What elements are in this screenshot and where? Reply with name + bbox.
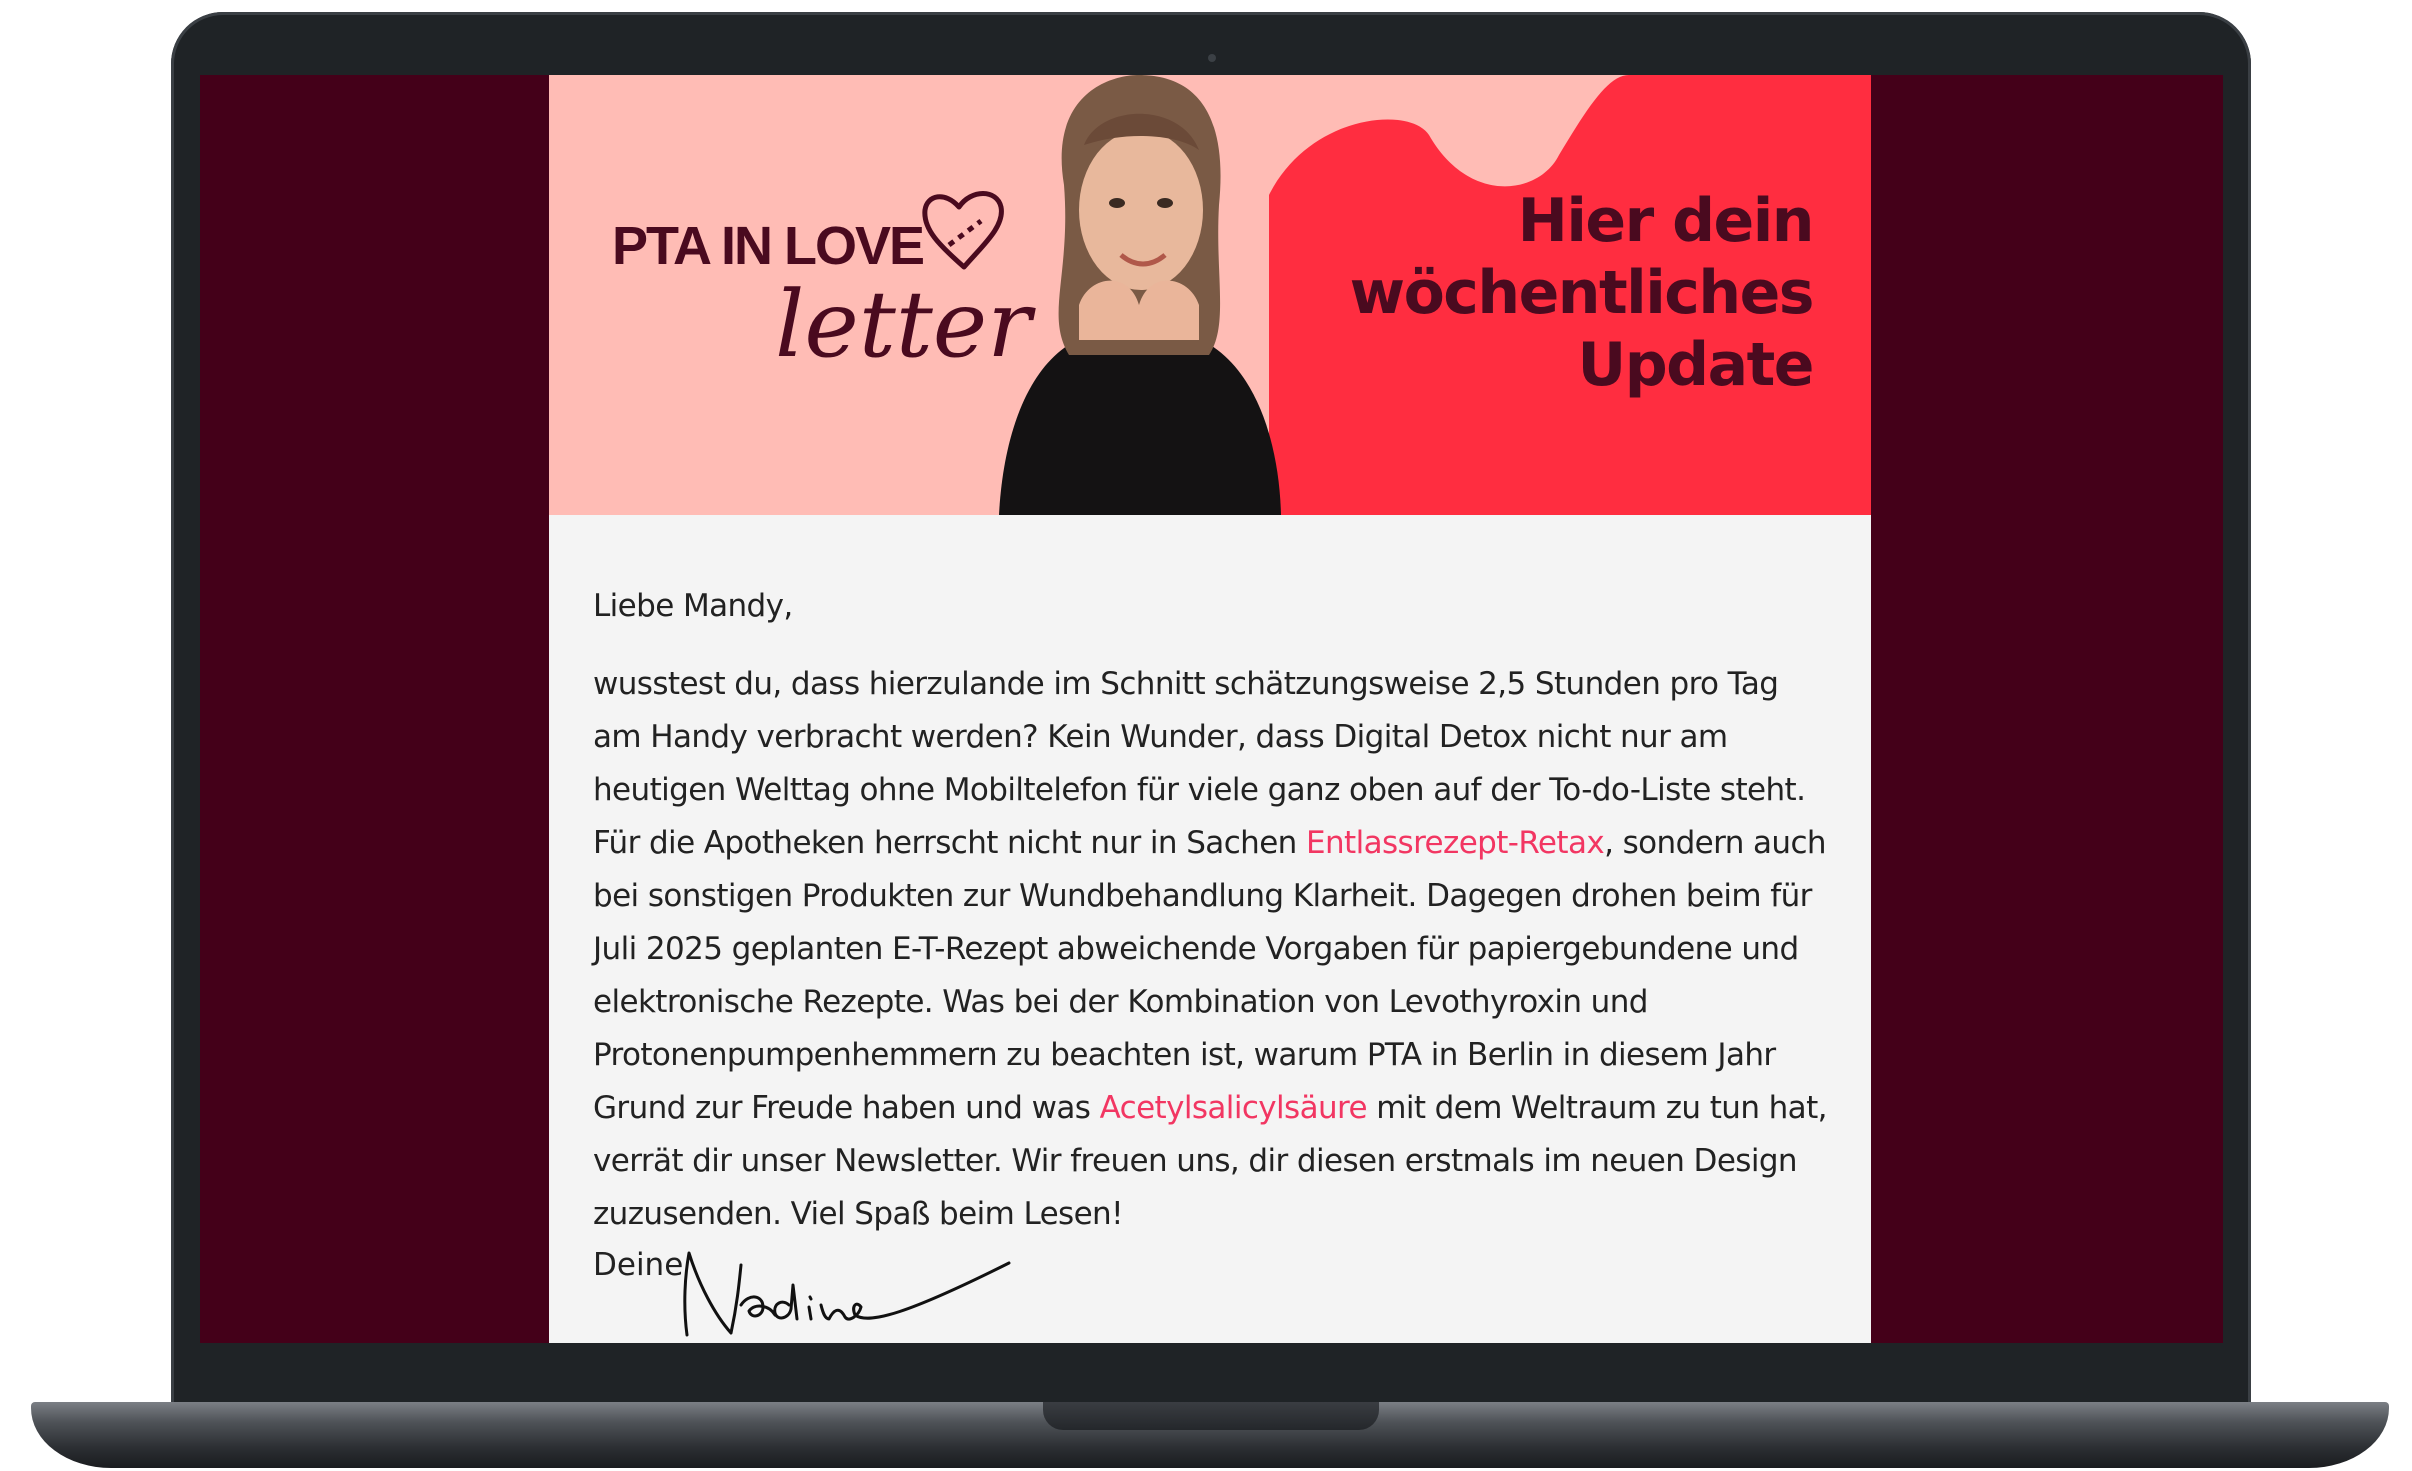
newsletter-email: PTA IN LOVE letter Hier dein wöchentlich… <box>549 75 1871 1343</box>
intro-text-2: , sondern auch bei sonstigen Produkten z… <box>593 825 1827 1126</box>
newsletter-header-banner: PTA IN LOVE letter Hier dein wöchentlich… <box>549 75 1871 515</box>
greeting: Liebe Mandy, <box>593 588 793 624</box>
headline-line-2: wöchentliches <box>1349 258 1815 328</box>
entlassrezept-retax-link[interactable]: Entlassrezept-Retax <box>1306 825 1605 861</box>
laptop-screen: PTA IN LOVE letter Hier dein wöchentlich… <box>200 75 2223 1343</box>
headline-line-3: Update <box>1577 330 1815 400</box>
handwritten-signature <box>683 1251 1011 1337</box>
laptop-base-notch <box>1043 1402 1379 1430</box>
logo-pta-in-love: PTA IN LOVE <box>612 216 925 276</box>
newsletter-body: Liebe Mandy, wusstest du, dass hierzulan… <box>593 580 1829 1241</box>
headline-line-1: Hier dein <box>1517 186 1815 256</box>
author-portrait-photo <box>999 75 1281 515</box>
webcam <box>1208 54 1216 62</box>
acetylsalicylsaeure-link[interactable]: Acetylsalicylsäure <box>1100 1090 1368 1126</box>
intro-paragraph: wusstest du, dass hierzulande im Schnitt… <box>593 658 1829 1241</box>
header-headline: Hier dein wöchentliches Update <box>1293 185 1815 401</box>
signoff: Deine <box>593 1247 684 1283</box>
